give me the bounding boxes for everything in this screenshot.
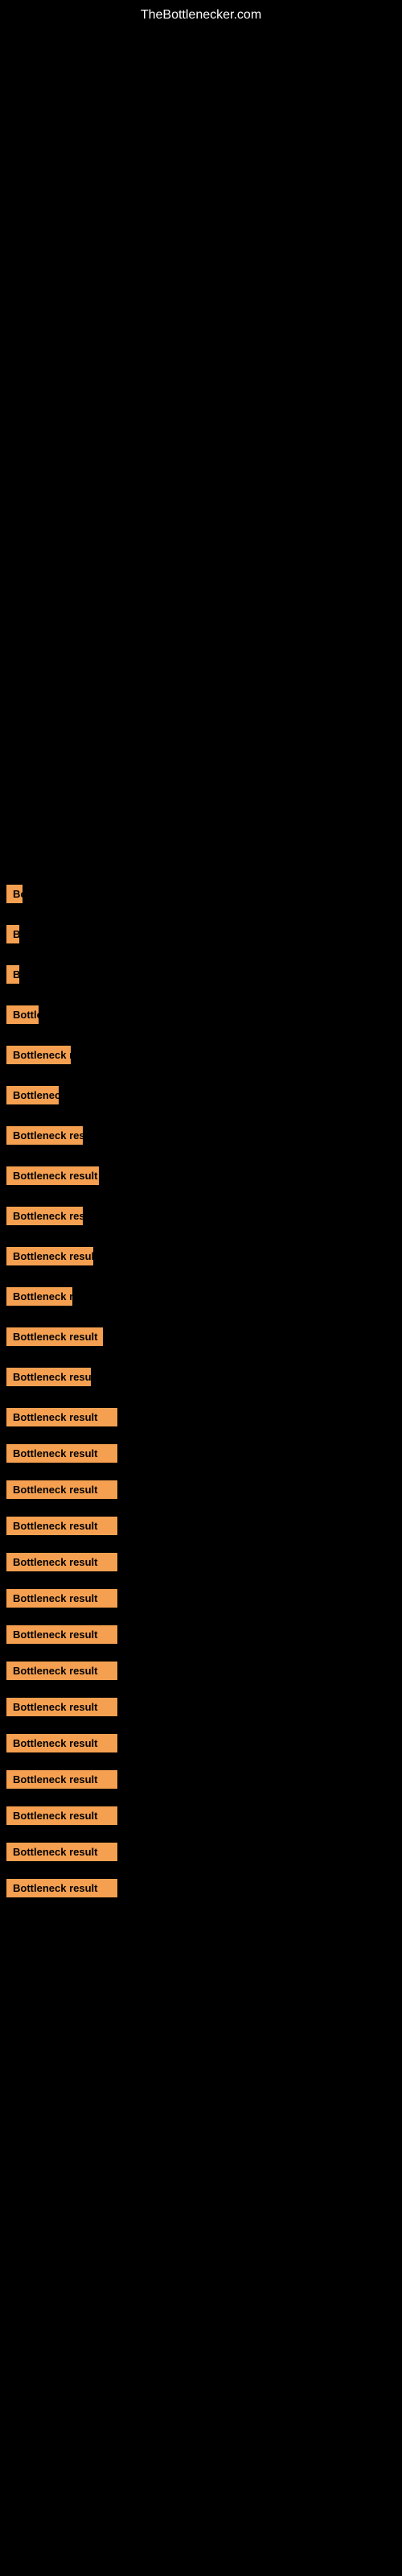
result-item: Bottleneck result [6,1879,117,1897]
result-item: Bottleneck result [6,1327,103,1346]
result-item: Bottleneck result [6,1625,117,1644]
result-row: Bottleneck result [0,1693,402,1721]
result-row: Bottleneck result [0,1439,402,1468]
result-item: Bottleneck result [6,1480,117,1499]
result-item: Bottleneck result [6,1207,83,1225]
result-row: Bottleneck result [0,880,402,912]
result-row: Bottleneck result [0,1512,402,1540]
result-row: Bottleneck result [0,1584,402,1612]
result-row: Bottleneck result [0,1323,402,1355]
result-row: Bottleneck result [0,1874,402,1902]
result-row: Bottleneck result [0,1202,402,1234]
result-row: Bottleneck result [0,1162,402,1194]
result-item: Bottleneck result [6,925,19,943]
result-item: Bottleneck result [6,1287,72,1306]
result-row: Bottleneck result [0,1620,402,1649]
result-item: Bottleneck result [6,1046,71,1064]
result-item: Bottleneck result [6,1086,59,1104]
result-row: Bottleneck result [0,1838,402,1866]
result-row: Bottleneck result [0,1282,402,1315]
chart-area [0,27,402,872]
result-row: Bottleneck result [0,1041,402,1073]
result-row: Bottleneck result [0,1121,402,1154]
result-row: Bottleneck result [0,960,402,993]
result-row: Bottleneck result [0,1001,402,1033]
site-title: TheBottlenecker.com [0,0,402,27]
result-row: Bottleneck result [0,1802,402,1830]
result-item: Bottleneck result [6,1247,93,1265]
result-row: Bottleneck result [0,1403,402,1431]
result-item: Bottleneck result [6,1126,83,1145]
result-item: Bottleneck result [6,1589,117,1608]
result-row: Bottleneck result [0,1729,402,1757]
result-row: Bottleneck result [0,1242,402,1274]
result-item: Bottleneck result [6,1517,117,1535]
result-item: Bottleneck result [6,1662,117,1680]
result-item: Bottleneck result [6,885,23,903]
result-row: Bottleneck result [0,1765,402,1794]
result-item: Bottleneck result [6,1444,117,1463]
result-row: Bottleneck result [0,1657,402,1685]
result-row: Bottleneck result [0,1476,402,1504]
results-container: Bottleneck result Bottleneck result Bott… [0,880,402,1926]
result-item: Bottleneck result [6,965,19,984]
result-row: Bottleneck result [0,1363,402,1395]
result-item: Bottleneck result [6,1698,117,1716]
result-item: Bottleneck result [6,1408,117,1426]
result-item: Bottleneck result [6,1005,39,1024]
result-row: Bottleneck result [0,1081,402,1113]
result-item: Bottleneck result [6,1734,117,1752]
result-item: Bottleneck result [6,1770,117,1789]
result-item: Bottleneck result [6,1166,99,1185]
result-item: Bottleneck result [6,1368,91,1386]
result-item: Bottleneck result [6,1806,117,1825]
result-item: Bottleneck result [6,1843,117,1861]
result-row: Bottleneck result [0,920,402,952]
result-item: Bottleneck result [6,1553,117,1571]
result-row: Bottleneck result [0,1548,402,1576]
